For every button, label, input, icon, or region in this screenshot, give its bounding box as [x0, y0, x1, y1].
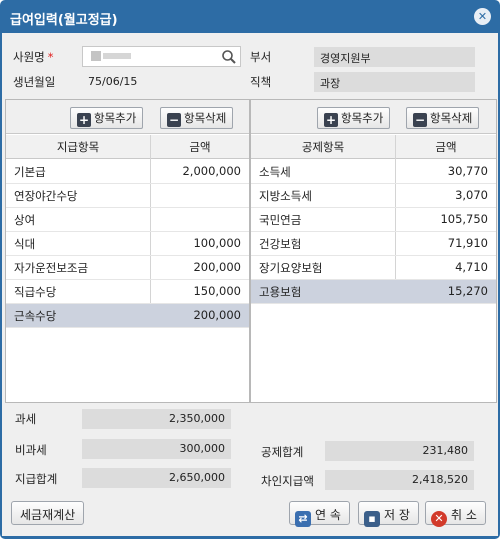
birthdate-label: 생년월일 — [13, 75, 56, 89]
row-item-cell[interactable]: 식대 — [14, 236, 35, 252]
table-row[interactable]: 직급수당 150,000 — [6, 280, 249, 304]
deduction-total-value: 231,480 — [325, 441, 474, 461]
table-row[interactable]: 장기요양보험 4,710 — [251, 256, 496, 280]
row-amount-cell[interactable]: 15,270 — [448, 284, 488, 298]
plus-icon: + — [77, 113, 91, 127]
minus-icon: − — [167, 113, 181, 127]
dialog-title: 급여입력(월고정급) — [10, 13, 118, 28]
payment-items-panel: + 항목추가 − 항목삭제 지급항목 금액 기본급 2,000,000 연장야간수당상여… — [5, 99, 250, 403]
table-row[interactable]: 식대 100,000 — [6, 232, 249, 256]
payment-item-col-header: 지급항목 — [56, 140, 100, 154]
row-item-cell[interactable]: 기본급 — [14, 164, 46, 180]
delete-payment-item-label: 항목삭제 — [184, 111, 227, 125]
table-row[interactable]: 연장야간수당 — [6, 184, 249, 208]
continue-button[interactable]: ⇄ 연 속 — [289, 501, 350, 527]
table-row[interactable]: 고용보험 15,270 — [251, 280, 496, 304]
minus-icon: − — [413, 113, 427, 127]
row-item-cell[interactable]: 상여 — [14, 212, 35, 228]
close-icon[interactable]: ✕ — [474, 8, 491, 25]
add-payment-item-button[interactable]: + 항목추가 — [70, 107, 144, 129]
row-amount-cell[interactable]: 3,070 — [455, 188, 488, 202]
recalculate-tax-button[interactable]: 세금재계산 — [11, 501, 85, 525]
net-pay-label: 차인지급액 — [261, 474, 314, 488]
deduction-amount-col-header: 금액 — [435, 140, 457, 154]
row-item-cell[interactable]: 연장야간수당 — [14, 188, 77, 204]
delete-deduction-item-label: 항목삭제 — [430, 111, 473, 125]
continue-label: 연 속 — [315, 508, 341, 522]
add-payment-item-label: 항목추가 — [94, 111, 137, 125]
row-amount-cell[interactable]: 200,000 — [193, 308, 241, 322]
deduction-toolbar: + 항목추가 − 항목삭제 — [251, 100, 496, 134]
row-amount-cell[interactable]: 30,770 — [448, 164, 488, 178]
employee-name-input[interactable] — [82, 46, 241, 67]
payment-toolbar: + 항목추가 − 항목삭제 — [6, 100, 249, 134]
row-item-cell[interactable]: 직급수당 — [14, 284, 56, 300]
taxable-label: 과세 — [15, 412, 37, 426]
position-label: 직책 — [250, 75, 272, 89]
department-value: 경영지원부 — [314, 47, 475, 67]
payment-table-header: 지급항목 금액 — [6, 135, 249, 159]
taxable-value: 2,350,000 — [82, 409, 231, 429]
payment-total-value: 2,650,000 — [82, 468, 231, 488]
table-row[interactable]: 자가운전보조금 200,000 — [6, 256, 249, 280]
continue-icon: ⇄ — [295, 511, 311, 527]
row-item-cell[interactable]: 지방소득세 — [259, 188, 312, 204]
department-label: 부서 — [250, 50, 272, 64]
table-row[interactable]: 국민연금 105,750 — [251, 208, 496, 232]
delete-deduction-item-button[interactable]: − 항목삭제 — [406, 107, 480, 129]
row-item-cell[interactable]: 근속수당 — [14, 308, 56, 324]
payment-amount-col-header: 금액 — [189, 140, 211, 154]
table-row[interactable]: 건강보험 71,910 — [251, 232, 496, 256]
deduction-items-panel: + 항목추가 − 항목삭제 공제항목 금액 소득세 30,770 지방소득세 3,070 국… — [250, 99, 497, 403]
table-row[interactable]: 근속수당 200,000 — [6, 304, 249, 328]
deduction-total-label: 공제합계 — [261, 445, 304, 459]
row-item-cell[interactable]: 고용보험 — [259, 284, 301, 300]
row-amount-cell[interactable]: 2,000,000 — [182, 164, 241, 178]
row-item-cell[interactable]: 건강보험 — [259, 236, 301, 252]
delete-payment-item-button[interactable]: − 항목삭제 — [160, 107, 234, 129]
row-item-cell[interactable]: 자가운전보조금 — [14, 260, 88, 276]
floppy-disk-icon: ▪ — [364, 511, 380, 527]
save-button[interactable]: ▪ 저 장 — [358, 501, 419, 527]
payroll-dialog: 급여입력(월고정급) ✕ 사원명 * 부서 경영지원부 생년월일 75/06/15… — [0, 0, 500, 539]
position-value: 과장 — [314, 72, 475, 92]
row-item-cell[interactable]: 소득세 — [259, 164, 291, 180]
employee-label: 사원명 * — [13, 50, 54, 64]
cancel-label: 취 소 — [451, 508, 477, 522]
row-item-cell[interactable]: 국민연금 — [259, 212, 301, 228]
row-amount-cell[interactable]: 200,000 — [193, 260, 241, 274]
birthdate-value: 75/06/15 — [82, 72, 241, 92]
nontaxable-label: 비과세 — [15, 443, 47, 457]
table-row[interactable]: 상여 — [6, 208, 249, 232]
redacted-name — [91, 51, 131, 61]
deduction-item-col-header: 공제항목 — [301, 140, 345, 154]
dialog-body: 사원명 * 부서 경영지원부 생년월일 75/06/15 직책 과장 + 항목추가 … — [2, 33, 498, 536]
nontaxable-value: 300,000 — [82, 439, 231, 459]
save-label: 저 장 — [384, 508, 410, 522]
search-icon[interactable] — [221, 49, 237, 65]
net-pay-value: 2,418,520 — [325, 470, 474, 490]
table-row[interactable]: 소득세 30,770 — [251, 160, 496, 184]
row-amount-cell[interactable]: 4,710 — [455, 260, 488, 274]
add-deduction-item-button[interactable]: + 항목추가 — [317, 107, 391, 129]
deduction-table-header: 공제항목 금액 — [251, 135, 496, 159]
payment-total-label: 지급합계 — [15, 472, 58, 486]
row-item-cell[interactable]: 장기요양보험 — [259, 260, 322, 276]
row-amount-cell[interactable]: 105,750 — [440, 212, 488, 226]
cancel-button[interactable]: ✕ 취 소 — [425, 501, 486, 527]
cancel-icon: ✕ — [431, 511, 447, 527]
table-row[interactable]: 지방소득세 3,070 — [251, 184, 496, 208]
row-amount-cell[interactable]: 150,000 — [193, 284, 241, 298]
add-deduction-item-label: 항목추가 — [341, 111, 384, 125]
plus-icon: + — [324, 113, 338, 127]
row-amount-cell[interactable]: 100,000 — [193, 236, 241, 250]
row-amount-cell[interactable]: 71,910 — [448, 236, 488, 250]
table-row[interactable]: 기본급 2,000,000 — [6, 160, 249, 184]
